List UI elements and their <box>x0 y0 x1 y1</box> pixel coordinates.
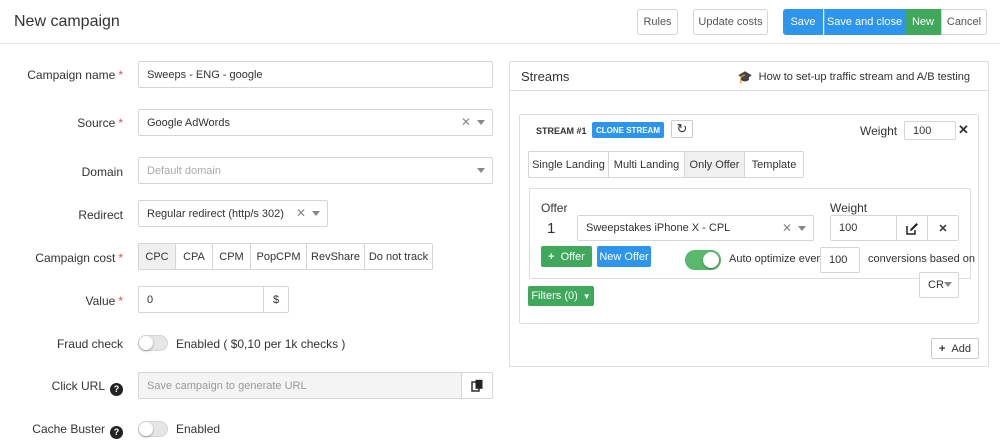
value-input[interactable]: 0 <box>138 286 264 313</box>
chevron-down-icon[interactable] <box>477 168 485 173</box>
close-icon[interactable]: ✕ <box>958 122 969 138</box>
stream-card: STREAM #1 CLONE STREAM ↻ Weight 100 ✕ Si… <box>519 114 979 324</box>
toggle-knob <box>703 252 719 268</box>
toggle-knob <box>139 336 153 350</box>
conversions-label: conversions based on <box>868 253 976 265</box>
campaign-name-input[interactable]: Sweeps - ENG - google <box>138 61 493 88</box>
redirect-label: Redirect <box>78 208 123 222</box>
new-offer-button[interactable]: New Offer <box>597 246 651 267</box>
streams-header: Streams 🎓 How to set-up traffic stream a… <box>510 62 988 91</box>
clone-stream-button[interactable]: CLONE STREAM <box>592 122 664 138</box>
cost-option-cpa[interactable]: CPA <box>176 244 213 269</box>
chevron-down-icon[interactable] <box>798 226 806 231</box>
add-stream-button[interactable]: + Add <box>931 338 979 359</box>
save-button[interactable]: Save <box>783 9 823 35</box>
cost-option-revshare[interactable]: RevShare <box>307 244 365 269</box>
tab-multi-landing[interactable]: Multi Landing <box>609 152 685 177</box>
chevron-down-icon[interactable] <box>944 282 952 287</box>
stream-weight-input[interactable]: 100 <box>904 121 956 140</box>
required-marker: * <box>118 294 123 308</box>
auto-optimize-label: Auto optimize every <box>729 253 826 265</box>
domain-label: Domain <box>81 165 123 179</box>
plus-icon: + <box>548 250 555 263</box>
filters-label: Filters (0) <box>531 290 578 302</box>
graduation-cap-icon: 🎓 <box>737 70 753 84</box>
fraud-check-text: Enabled ( $0,10 per 1k checks ) <box>176 337 346 351</box>
offer-index: 1 <box>547 220 556 237</box>
cache-buster-label: Cache Buster? <box>0 422 123 439</box>
stream-label: STREAM #1 <box>536 126 587 136</box>
conversion-metric-select[interactable]: CR <box>919 272 959 298</box>
help-icon[interactable]: ? <box>110 382 123 396</box>
cost-option-cpm[interactable]: CPM <box>213 244 251 269</box>
edit-offer-button[interactable] <box>896 215 928 241</box>
chevron-down-icon[interactable] <box>312 211 320 216</box>
add-offer-button[interactable]: + Offer <box>541 246 592 267</box>
clear-icon[interactable]: ✕ <box>461 115 471 129</box>
offer-box: Offer Weight 1 Sweepstakes iPhone X - CP… <box>529 188 975 279</box>
auto-optimize-input[interactable]: 100 <box>820 247 860 273</box>
source-select[interactable]: Google AdWords <box>138 109 493 136</box>
cost-option-do-not-track[interactable]: Do not track <box>365 244 432 269</box>
required-marker: * <box>118 116 123 130</box>
cancel-button[interactable]: Cancel <box>941 9 987 35</box>
currency-addon: $ <box>263 286 289 313</box>
tab-single-landing[interactable]: Single Landing <box>529 152 609 177</box>
add-offer-label: Offer <box>560 250 585 263</box>
plus-icon: + <box>938 342 946 355</box>
click-url-input: Save campaign to generate URL <box>138 372 462 399</box>
click-url-label: Click URL? <box>0 379 123 396</box>
offer-select[interactable]: Sweepstakes iPhone X - CPL <box>577 215 814 241</box>
campaign-name-label: Campaign name * <box>27 68 123 82</box>
offer-weight-label: Weight <box>830 201 868 215</box>
howto-text: How to set-up traffic stream and A/B tes… <box>758 71 970 83</box>
stream-type-tabs: Single Landing Multi Landing Only Offer … <box>528 151 804 178</box>
cost-option-popcpm[interactable]: PopCPM <box>251 244 307 269</box>
rules-button[interactable]: Rules <box>637 9 678 35</box>
fraud-check-label: Fraud check <box>56 337 123 351</box>
cache-buster-toggle[interactable] <box>138 421 168 437</box>
offer-weight-input[interactable]: 100 <box>830 215 897 241</box>
copy-icon <box>470 379 482 392</box>
toggle-knob <box>139 422 153 436</box>
new-button[interactable]: New <box>905 9 941 35</box>
howto-link[interactable]: 🎓 How to set-up traffic stream and A/B t… <box>738 70 970 84</box>
save-and-close-button[interactable]: Save and close <box>824 9 905 35</box>
clear-icon[interactable]: ✕ <box>782 221 792 235</box>
streams-title: Streams <box>521 69 570 84</box>
campaign-cost-segmented: CPC CPA CPM PopCPM RevShare Do not track <box>138 243 433 270</box>
add-stream-label: Add <box>951 342 971 355</box>
value-label: Value * <box>85 294 123 308</box>
streams-panel: Streams 🎓 How to set-up traffic stream a… <box>509 61 989 367</box>
cache-buster-text: Enabled <box>176 422 221 436</box>
cost-option-cpc[interactable]: CPC <box>139 244 176 269</box>
page-header: New campaign Rules Update costs Save Sav… <box>0 0 1000 44</box>
stream-weight-label: Weight <box>860 124 898 138</box>
help-icon[interactable]: ? <box>110 425 123 439</box>
clear-icon[interactable]: ✕ <box>296 206 306 220</box>
refresh-button[interactable]: ↻ <box>671 120 693 138</box>
edit-icon <box>905 222 918 235</box>
auto-optimize-toggle[interactable] <box>685 250 721 270</box>
chevron-down-icon[interactable] <box>477 120 485 125</box>
fraud-check-toggle[interactable] <box>138 335 168 351</box>
tab-only-offer[interactable]: Only Offer <box>685 152 745 177</box>
filters-button[interactable]: Filters (0) ▼ <box>528 286 594 306</box>
required-marker: * <box>118 251 123 265</box>
copy-button[interactable] <box>461 372 493 399</box>
campaign-cost-label: Campaign cost * <box>35 251 123 265</box>
refresh-icon: ↻ <box>676 121 688 136</box>
offer-label: Offer <box>541 201 568 215</box>
source-label: Source * <box>77 116 123 130</box>
chevron-down-icon: ▼ <box>582 291 591 301</box>
remove-offer-button[interactable]: ✕ <box>927 215 959 241</box>
page-title: New campaign <box>14 13 120 30</box>
update-costs-button[interactable]: Update costs <box>693 9 768 35</box>
tab-template[interactable]: Template <box>745 152 803 177</box>
required-marker: * <box>118 68 123 82</box>
domain-select[interactable]: Default domain <box>138 157 493 184</box>
